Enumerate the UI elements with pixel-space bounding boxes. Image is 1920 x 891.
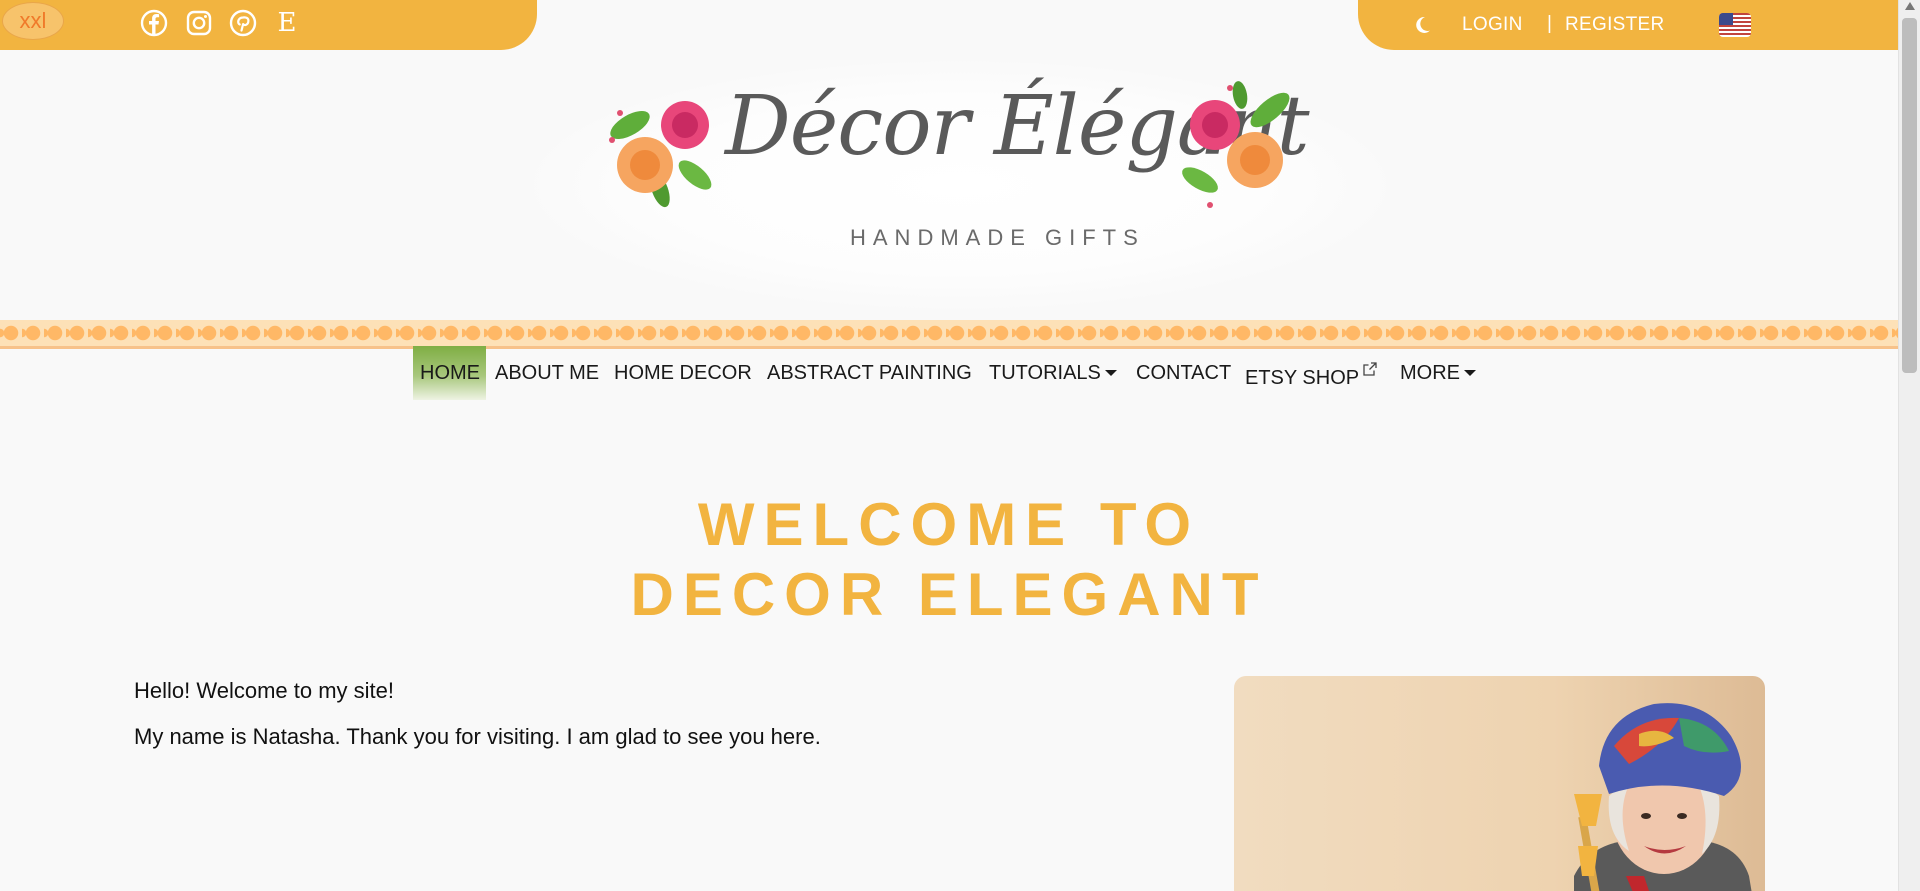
- pinterest-icon[interactable]: [229, 9, 257, 37]
- top-left-bar: xxl E: [0, 0, 537, 50]
- nav-item-more-label: MORE: [1400, 362, 1460, 384]
- headline-line-2: DECOR ELEGANT: [630, 561, 1268, 628]
- welcome-paragraph: Hello! Welcome to my site!: [134, 678, 395, 703]
- nav-item-tutorials[interactable]: TUTORIALS: [989, 362, 1117, 385]
- page-title: WELCOME TO DECOR ELEGANT: [0, 490, 1898, 630]
- nav-item-etsy-shop[interactable]: ETSY SHOP: [1245, 362, 1377, 390]
- nav-item-home[interactable]: HOME: [420, 362, 480, 385]
- logo-title: Décor Élégant: [725, 79, 1310, 174]
- caret-down-icon: [1104, 370, 1117, 376]
- decorative-border-strip: [0, 320, 1898, 346]
- main-nav: HOME ABOUT ME HOME DECOR ABSTRACT PAINTI…: [0, 346, 1898, 400]
- page-scrollbar[interactable]: [1898, 0, 1920, 891]
- top-right-bar: LOGIN | REGISTER: [1358, 0, 1898, 50]
- external-link-icon: [1363, 362, 1377, 376]
- text-size-button[interactable]: xxl: [2, 2, 64, 40]
- scroll-thumb[interactable]: [1902, 18, 1917, 373]
- intro-paragraph: My name is Natasha. Thank you for visiti…: [134, 724, 821, 749]
- nav-item-tutorials-label: TUTORIALS: [989, 362, 1101, 384]
- us-flag-icon[interactable]: [1719, 13, 1751, 37]
- nav-item-home-decor[interactable]: HOME DECOR: [614, 362, 752, 385]
- login-link[interactable]: LOGIN: [1462, 14, 1523, 36]
- auth-separator: |: [1547, 13, 1552, 34]
- nav-item-about-me[interactable]: ABOUT ME: [495, 362, 599, 385]
- nav-item-abstract-painting[interactable]: ABSTRACT PAINTING: [767, 362, 972, 385]
- site-logo[interactable]: Décor Élégant HANDMADE GIFTS: [600, 75, 1310, 265]
- nav-item-more[interactable]: MORE: [1400, 362, 1476, 385]
- flowers-right-icon: [1182, 81, 1290, 208]
- artist-portrait: [1574, 703, 1752, 891]
- instagram-icon[interactable]: [185, 9, 213, 37]
- facebook-icon[interactable]: [140, 9, 168, 37]
- headline-line-1: WELCOME TO: [697, 491, 1201, 558]
- moon-icon[interactable]: [1410, 13, 1434, 37]
- logo-subtitle: HANDMADE GIFTS: [850, 225, 1145, 250]
- nav-item-etsy-shop-label: ETSY SHOP: [1245, 367, 1360, 389]
- caret-down-icon: [1464, 370, 1476, 376]
- nav-item-contact[interactable]: CONTACT: [1136, 362, 1231, 385]
- register-link[interactable]: REGISTER: [1565, 14, 1665, 36]
- author-photo: [1234, 676, 1765, 891]
- scroll-up-arrow-icon[interactable]: [1905, 2, 1915, 10]
- flowers-left-icon: [609, 101, 712, 208]
- etsy-icon[interactable]: E: [273, 8, 301, 38]
